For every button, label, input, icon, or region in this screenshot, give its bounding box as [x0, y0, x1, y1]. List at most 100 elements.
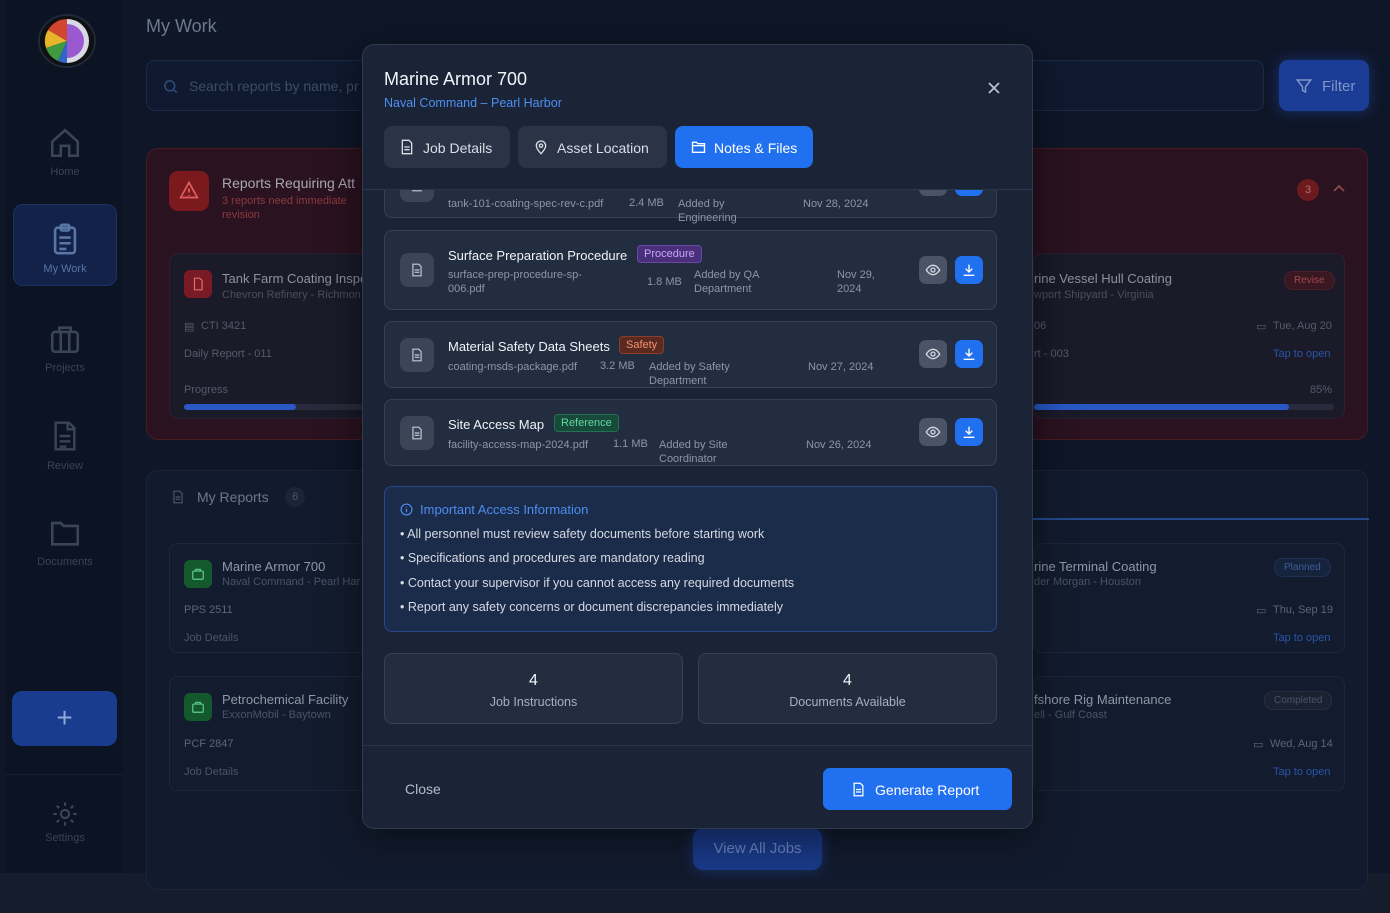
tab-notes-files[interactable]: Notes & Files	[675, 126, 813, 168]
close-icon[interactable]	[987, 81, 1001, 95]
file-icon-badge	[400, 190, 434, 202]
download-file-button[interactable]	[955, 190, 983, 196]
files-scroll-area[interactable]: tank-101-coating-spec-rev-c.pdf 2.4 MB A…	[363, 189, 1032, 745]
file-date: Nov 27, 2024	[808, 361, 874, 373]
view-all-jobs-button[interactable]: View All Jobs	[693, 828, 822, 870]
file-icon-badge	[400, 253, 434, 287]
view-file-button[interactable]	[919, 190, 947, 196]
sidebar-item-home[interactable]: Home	[13, 110, 117, 192]
progress-fill	[184, 404, 296, 410]
file-date: Nov 26, 2024	[806, 439, 872, 451]
stat-label: Documents Available	[789, 695, 906, 709]
add-button[interactable]: +	[12, 691, 117, 746]
calendar-icon: ▭	[1256, 321, 1267, 333]
tab-label: Job Details	[423, 140, 493, 156]
report-card[interactable]: fshore Rig Maintenance ell - Gulf Coast …	[1033, 676, 1345, 791]
sidebar-item-label: Documents	[37, 556, 93, 568]
tap-to-open-link[interactable]: Tap to open	[1273, 348, 1331, 360]
report-title: rine Vessel Hull Coating	[1034, 271, 1173, 286]
app-logo	[38, 14, 96, 68]
report-title: Petrochemical Facility	[222, 692, 349, 707]
briefcase-icon	[50, 326, 80, 354]
view-file-button[interactable]	[919, 418, 947, 446]
file-icon	[412, 263, 422, 277]
status-badge: Completed	[1264, 691, 1333, 710]
close-button[interactable]: Close	[405, 781, 441, 797]
report-icon-badge	[184, 270, 212, 298]
file-tag: Reference	[554, 414, 619, 432]
download-file-button[interactable]	[955, 340, 983, 368]
document-icon	[173, 490, 183, 504]
document-icon	[193, 277, 203, 291]
stat-value: 4	[843, 672, 852, 689]
download-icon	[963, 348, 975, 360]
generate-report-label: Generate Report	[875, 782, 980, 798]
download-file-button[interactable]	[955, 418, 983, 446]
sidebar-item-review[interactable]: Review	[13, 402, 117, 484]
report-card[interactable]: Tank Farm Coating Inspe Chevron Refinery…	[169, 253, 370, 419]
download-file-button[interactable]	[955, 256, 983, 284]
briefcase-badge	[184, 560, 212, 588]
sidebar-item-projects[interactable]: Projects	[13, 306, 117, 388]
search-placeholder: Search reports by name, pr	[189, 78, 359, 94]
page-title: My Work	[146, 16, 217, 36]
file-tag: Safety	[619, 336, 665, 354]
stat-value: 4	[529, 672, 538, 689]
view-file-button[interactable]	[919, 340, 947, 368]
report-daily: rt - 003	[1034, 348, 1069, 360]
file-title: Site Access Map	[448, 417, 545, 432]
report-code: PPS 2511	[184, 604, 233, 616]
report-daily: Daily Report - 011	[184, 348, 272, 360]
report-date: Thu, Sep 19	[1273, 604, 1333, 616]
briefcase-icon	[192, 568, 204, 580]
file-title: Surface Preparation Procedure	[448, 248, 628, 263]
document-icon	[54, 421, 76, 451]
view-file-button[interactable]	[919, 256, 947, 284]
file-title: Material Safety Data Sheets	[448, 339, 610, 354]
file-name: surface-prep-procedure-sp-006.pdf	[448, 269, 582, 295]
file-card: tank-101-coating-spec-rev-c.pdf 2.4 MB A…	[384, 190, 997, 224]
sidebar-item-label: Settings	[45, 832, 85, 844]
sidebar-item-settings[interactable]: Settings	[13, 790, 117, 854]
tap-to-open-link[interactable]: Tap to open	[1273, 632, 1331, 644]
report-card[interactable]: rine Vessel Hull Coating wport Shipyard …	[1033, 253, 1345, 419]
report-code: PCF 2847	[184, 738, 234, 750]
file-added-by: Added by Site Coordinator	[659, 439, 728, 465]
reports-count-badge: 6	[285, 487, 305, 507]
sidebar-item-documents[interactable]: Documents	[13, 500, 117, 582]
section-subtitle: 3 reports need immediate revision	[222, 195, 347, 221]
info-item: • Contact your supervisor if you cannot …	[400, 576, 795, 590]
report-client: Chevron Refinery - Richmon	[222, 289, 361, 301]
stat-label: Job Instructions	[489, 695, 578, 709]
progress-bar	[1034, 404, 1334, 410]
modal-footer: Close Generate Report	[363, 745, 1032, 828]
file-size: 3.2 MB	[600, 360, 635, 372]
file-card: Material Safety Data Sheets Safety coati…	[384, 321, 997, 388]
sidebar-item-my-work[interactable]: My Work	[13, 204, 117, 286]
tab-label: Notes & Files	[714, 140, 798, 156]
report-client: Naval Command - Pearl Har	[222, 576, 361, 588]
report-section: Job Details	[184, 632, 239, 644]
report-card[interactable]: Marine Armor 700 Naval Command - Pearl H…	[169, 543, 369, 653]
file-size: 1.8 MB	[647, 276, 682, 288]
tap-to-open-link[interactable]: Tap to open	[1273, 766, 1331, 778]
sidebar-item-label: My Work	[43, 263, 87, 275]
file-name: tank-101-coating-spec-rev-c.pdf	[448, 198, 604, 210]
tab-job-details[interactable]: Job Details	[384, 126, 510, 168]
file-icon-badge	[400, 338, 434, 372]
attention-count-badge: 3	[1297, 179, 1319, 201]
filter-button[interactable]: Filter	[1279, 60, 1369, 111]
report-client: der Morgan - Houston	[1034, 576, 1141, 588]
report-card[interactable]: rine Terminal Coating der Morgan - Houst…	[1033, 543, 1345, 653]
access-info-box: Important Access Information • All perso…	[384, 486, 997, 632]
chevron-up-icon[interactable]	[1333, 183, 1345, 193]
file-size: 2.4 MB	[629, 197, 664, 209]
report-card[interactable]: Petrochemical Facility ExxonMobil - Bayt…	[169, 676, 369, 791]
eye-icon	[925, 348, 941, 360]
info-item: • Specifications and procedures are mand…	[400, 551, 705, 565]
calendar-icon: ▭	[1256, 605, 1267, 617]
generate-report-button[interactable]: Generate Report	[823, 768, 1012, 810]
tab-asset-location[interactable]: Asset Location	[518, 126, 667, 168]
file-added-by: Added by QA Department	[694, 269, 759, 295]
progress-label: Progress	[184, 384, 229, 396]
